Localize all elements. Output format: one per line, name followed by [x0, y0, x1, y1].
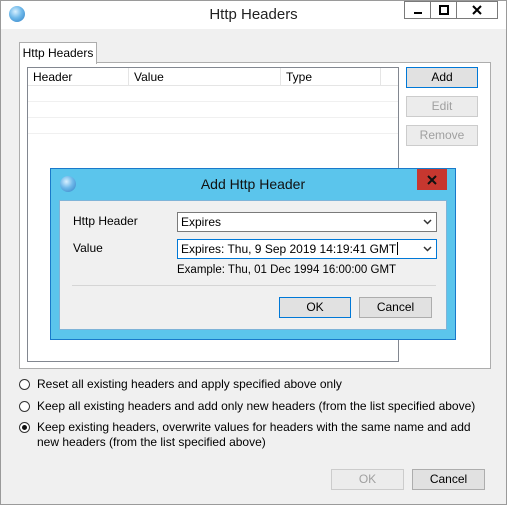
list-gridline — [28, 133, 398, 134]
chevron-down-icon — [423, 246, 432, 252]
maximize-icon — [438, 5, 449, 15]
value-combo[interactable]: Expires: Thu, 9 Sep 2019 14:19:41 GMT — [177, 239, 437, 259]
http-header-value: Expires — [181, 215, 222, 229]
title-bar[interactable]: Http Headers — [1, 1, 506, 29]
reset-headers-radio[interactable] — [19, 379, 30, 390]
dialog-title: Add Http Header — [200, 176, 306, 192]
list-gridline — [28, 101, 398, 102]
reset-headers-label[interactable]: Reset all existing headers and apply spe… — [37, 377, 477, 392]
edit-button[interactable]: Edit — [406, 96, 478, 117]
remove-button[interactable]: Remove — [406, 125, 478, 146]
keep-add-new-radio[interactable] — [19, 401, 30, 412]
http-header-combo[interactable]: Expires — [177, 212, 437, 232]
value-text-wrap: Expires: Thu, 9 Sep 2019 14:19:41 GMT — [181, 242, 399, 256]
column-header-value[interactable]: Value — [129, 68, 281, 86]
chevron-down-icon — [423, 219, 432, 225]
dialog-cancel-button[interactable]: Cancel — [359, 297, 432, 318]
value-text: Expires: Thu, 9 Sep 2019 14:19:41 GMT — [181, 242, 397, 256]
text-caret — [397, 242, 399, 255]
tab-http-headers[interactable]: Http Headers — [19, 42, 97, 64]
add-button[interactable]: Add — [406, 67, 478, 88]
minimize-button[interactable] — [404, 1, 431, 19]
value-label: Value — [73, 241, 103, 255]
close-icon — [427, 175, 437, 185]
maximize-button[interactable] — [430, 1, 457, 19]
list-gridline — [28, 117, 398, 118]
http-header-label: Http Header — [73, 214, 138, 228]
keep-overwrite-radio[interactable] — [19, 422, 30, 433]
close-button[interactable] — [456, 1, 498, 19]
column-header-filler — [381, 68, 398, 86]
keep-add-new-label[interactable]: Keep all existing headers and add only n… — [37, 399, 487, 414]
minimize-icon — [413, 12, 422, 14]
add-http-header-dialog: Add Http Header Http Header Expires Valu… — [50, 168, 456, 340]
example-text: Example: Thu, 01 Dec 1994 16:00:00 GMT — [177, 264, 397, 276]
column-header-type[interactable]: Type — [281, 68, 381, 86]
dialog-divider — [72, 285, 436, 286]
keep-overwrite-label[interactable]: Keep existing headers, overwrite values … — [37, 420, 477, 450]
dialog-body: Http Header Expires Value Expires: Thu, … — [59, 200, 447, 330]
ok-button[interactable]: OK — [331, 469, 404, 490]
column-header-header[interactable]: Header — [28, 68, 129, 86]
close-icon — [472, 5, 482, 15]
dialog-ok-button[interactable]: OK — [279, 297, 351, 318]
dialog-close-button[interactable] — [417, 169, 447, 190]
cancel-button[interactable]: Cancel — [412, 469, 485, 490]
